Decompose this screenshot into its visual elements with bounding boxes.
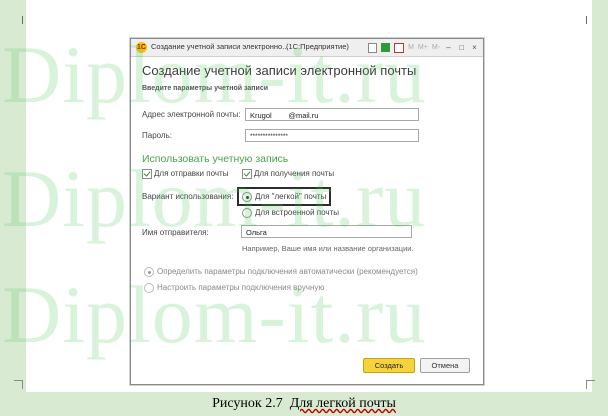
caption-text: Для легкой почты <box>289 396 396 411</box>
close-icon[interactable]: × <box>470 43 479 52</box>
watermark-text: Diplom-it.ru <box>2 153 427 244</box>
minimize-icon[interactable]: – <box>444 43 453 52</box>
maximize-icon[interactable]: □ <box>457 43 466 52</box>
page-corner-mark <box>14 380 23 389</box>
page-corner-mark <box>14 16 23 24</box>
watermark-text: Diplom-it.ru <box>2 29 427 120</box>
page-corner-mark <box>586 16 595 24</box>
password-field[interactable]: *************** <box>245 129 419 142</box>
figure-caption: Рисунок 2.7 Для легкой почты <box>0 396 608 412</box>
caption-prefix: Рисунок 2.7 <box>212 396 283 411</box>
page-corner-mark <box>586 380 595 389</box>
cancel-button[interactable]: Отмена <box>420 358 470 373</box>
watermark-text: Diplom-it.ru <box>2 269 427 360</box>
memory-mminus-icon[interactable]: M- <box>432 43 440 52</box>
password-label: Пароль: <box>142 131 172 140</box>
